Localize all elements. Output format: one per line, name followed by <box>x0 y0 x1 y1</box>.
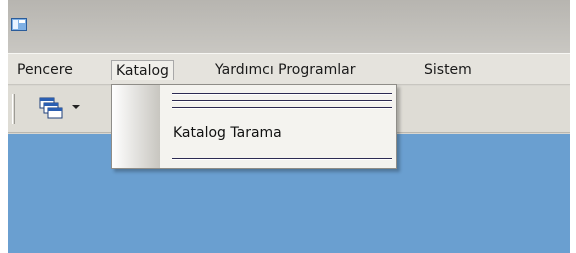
dropdown-arrow-icon[interactable] <box>72 105 80 109</box>
menu-bar: Pencere Katalog Yardımcı Programlar Sist… <box>8 53 570 85</box>
menu-pencere[interactable]: Pencere <box>13 60 77 80</box>
menu-separator <box>172 100 392 102</box>
menu-yardimci-programlar[interactable]: Yardımcı Programlar <box>211 60 359 80</box>
dropdown-gutter <box>112 85 160 168</box>
menu-item-katalog-tarama[interactable]: Katalog Tarama <box>172 121 392 145</box>
menu-sistem[interactable]: Sistem <box>420 60 476 80</box>
app-icon[interactable] <box>11 18 27 31</box>
cascade-windows-button[interactable] <box>33 94 83 122</box>
title-bar <box>8 0 570 53</box>
menu-separator <box>172 158 392 160</box>
cascade-windows-icon <box>39 97 63 119</box>
katalog-dropdown-menu: Katalog Tarama <box>111 84 397 169</box>
menu-separator <box>172 93 392 95</box>
toolbar-grip[interactable] <box>12 94 15 124</box>
menu-katalog[interactable]: Katalog <box>111 60 174 80</box>
menu-separator <box>172 107 392 109</box>
